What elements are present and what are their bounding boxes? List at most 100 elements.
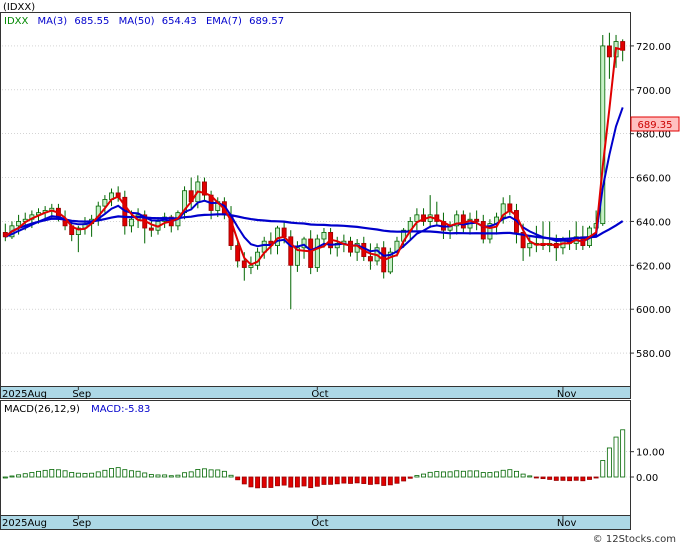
macd-bar-positive xyxy=(22,473,28,478)
macd-bar-positive xyxy=(500,469,506,478)
macd-bar-positive xyxy=(427,471,433,478)
macd-bar-negative xyxy=(361,476,367,484)
candle-down xyxy=(235,245,241,262)
macd-bar-negative xyxy=(281,476,287,486)
macd-date-label: Nov xyxy=(557,518,577,529)
macd-bar-negative xyxy=(255,476,261,489)
macd-bar-negative xyxy=(540,476,546,480)
macd-bar-positive xyxy=(188,471,194,478)
macd-bar-negative xyxy=(301,476,307,487)
legend-ema7-value: 689.57 xyxy=(249,16,284,27)
price-date-label: 2025Aug xyxy=(2,389,47,400)
price-y-tick-label: 700.00 xyxy=(636,86,671,97)
macd-bar-positive xyxy=(142,472,148,478)
macd-bar-negative xyxy=(308,476,314,489)
macd-bar-negative xyxy=(407,476,413,479)
watermark: © 12Stocks.com xyxy=(593,534,676,545)
macd-bar-positive xyxy=(75,472,81,478)
ticker-title: (IDXX) xyxy=(3,2,35,13)
candle-up xyxy=(314,238,320,268)
candle-up xyxy=(527,242,533,249)
macd-bar-negative xyxy=(573,476,579,481)
macd-bar-positive xyxy=(527,475,533,478)
macd-date-label: Oct xyxy=(311,518,328,529)
price-y-tick-label: 580.00 xyxy=(636,349,671,360)
macd-bar-positive xyxy=(600,460,606,478)
macd-date-label: 2025Aug xyxy=(2,518,47,529)
macd-bar-positive xyxy=(135,470,141,478)
price-y-axis: 580.00600.00620.00640.00660.00680.00700.… xyxy=(630,42,671,360)
macd-bar-negative xyxy=(314,476,320,487)
macd-bar-negative xyxy=(560,476,566,481)
last-price-label: 689.35 xyxy=(638,120,673,131)
macd-bar-positive xyxy=(55,469,61,478)
macd-bar-positive xyxy=(467,470,473,478)
candle-up xyxy=(16,221,22,227)
macd-bar-negative xyxy=(321,476,327,485)
macd-bar-negative xyxy=(235,476,241,481)
macd-bar-negative xyxy=(288,476,294,488)
macd-bar-positive xyxy=(9,475,15,478)
macd-bar-positive xyxy=(155,474,161,478)
macd-bar-negative xyxy=(341,476,347,484)
macd-bar-negative xyxy=(381,476,387,486)
macd-bar-negative xyxy=(248,476,254,488)
macd-bar-positive xyxy=(613,436,619,478)
macd-bar-positive xyxy=(148,474,154,478)
macd-bar-positive xyxy=(49,469,55,478)
macd-bar-positive xyxy=(122,469,128,478)
candle-down xyxy=(241,260,247,268)
macd-bar-negative xyxy=(547,476,553,480)
macd-bar-positive xyxy=(606,447,612,478)
macd-bar-positive xyxy=(29,472,35,478)
price-panel-frame xyxy=(0,12,631,387)
price-date-label: Sep xyxy=(72,389,91,400)
macd-bar-positive xyxy=(195,469,201,478)
legend-ema7: EMA(7) xyxy=(206,16,242,27)
macd-y-tick-label: 10.00 xyxy=(636,448,665,459)
macd-bar-negative xyxy=(275,476,280,487)
macd-bar-positive xyxy=(447,471,453,478)
candle-down xyxy=(281,227,287,238)
macd-bar-positive xyxy=(82,472,88,478)
macd-bar-positive xyxy=(414,475,420,478)
macd-y-tick-label: 0.00 xyxy=(636,473,658,484)
macd-bar-positive xyxy=(175,474,181,478)
macd-bar-negative xyxy=(374,476,380,485)
macd-bar-positive xyxy=(514,470,519,478)
macd-bar-positive xyxy=(620,429,626,478)
stock-chart: 580.00 600.00 620.00 640.00 660.00 680.00 700.… xyxy=(0,0,680,546)
macd-bar-positive xyxy=(89,472,95,478)
candle-down xyxy=(367,256,373,262)
chart-canvas: 580.00600.00620.00640.00660.00680.00700.… xyxy=(0,2,680,545)
macd-bar-negative xyxy=(387,476,393,486)
macd-bar-positive xyxy=(480,472,486,478)
macd-bar-positive xyxy=(434,471,440,478)
macd-bar-positive xyxy=(487,472,493,478)
legend-line: IDXX MA(3) 685.55 MA(50) 654.43 EMA(7) 6… xyxy=(4,16,284,27)
macd-bar-negative xyxy=(593,476,599,479)
macd-bar-positive xyxy=(69,472,75,478)
macd-bar-positive xyxy=(215,469,221,478)
macd-bar-positive xyxy=(454,470,460,478)
macd-panel-frame xyxy=(0,400,631,516)
macd-bar-negative xyxy=(334,476,340,485)
macd-bar-positive xyxy=(202,468,207,478)
price-date-label: Oct xyxy=(311,389,328,400)
macd-bar-positive xyxy=(507,469,513,478)
macd-bar-positive xyxy=(168,475,174,478)
macd-bar-negative xyxy=(328,476,334,485)
macd-bar-negative xyxy=(367,476,373,485)
macd-bar-positive xyxy=(520,473,526,478)
macd-legend-value: MACD:-5.83 xyxy=(91,404,150,415)
macd-bar-negative xyxy=(394,476,400,484)
macd-bar-positive xyxy=(42,469,48,478)
candle-down xyxy=(474,218,480,222)
price-y-tick-label: 660.00 xyxy=(636,174,671,185)
macd-bar-positive xyxy=(62,470,68,478)
candle-down xyxy=(148,227,154,231)
macd-bar-positive xyxy=(421,473,426,478)
legend-symbol: IDXX xyxy=(4,16,29,27)
macd-date-label: Sep xyxy=(72,518,91,529)
macd-bar-positive xyxy=(182,472,188,478)
